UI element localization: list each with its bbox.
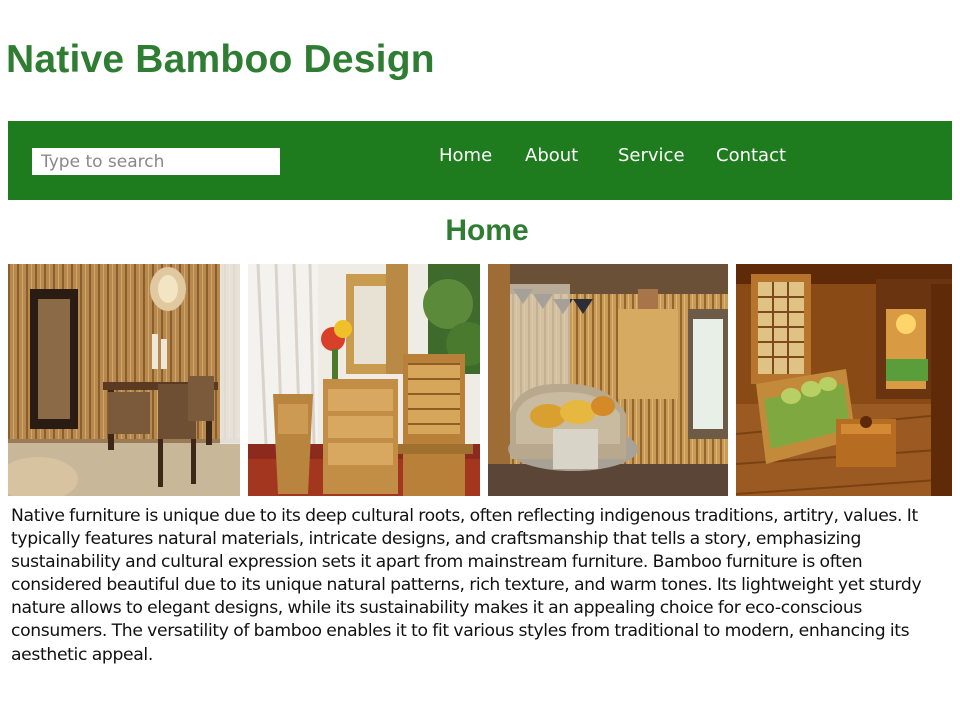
photo-bamboo-wall-lounge	[488, 264, 728, 496]
photo-bamboo-furniture-set	[248, 264, 480, 496]
navbar: Home About Service Contact	[8, 121, 952, 200]
page-heading: Home	[445, 214, 529, 247]
photo-bamboo-bedroom	[736, 264, 952, 496]
nav-link-service[interactable]: Service	[618, 145, 685, 166]
description-text: Native furniture is unique due to its de…	[11, 506, 922, 665]
nav-link-contact[interactable]: Contact	[716, 145, 786, 166]
photo-bamboo-dining-room	[8, 264, 240, 496]
search-input[interactable]	[32, 148, 280, 175]
nav-link-home[interactable]: Home	[439, 145, 492, 166]
site-title: Native Bamboo Design	[6, 38, 435, 81]
nav-link-about[interactable]: About	[525, 145, 578, 166]
